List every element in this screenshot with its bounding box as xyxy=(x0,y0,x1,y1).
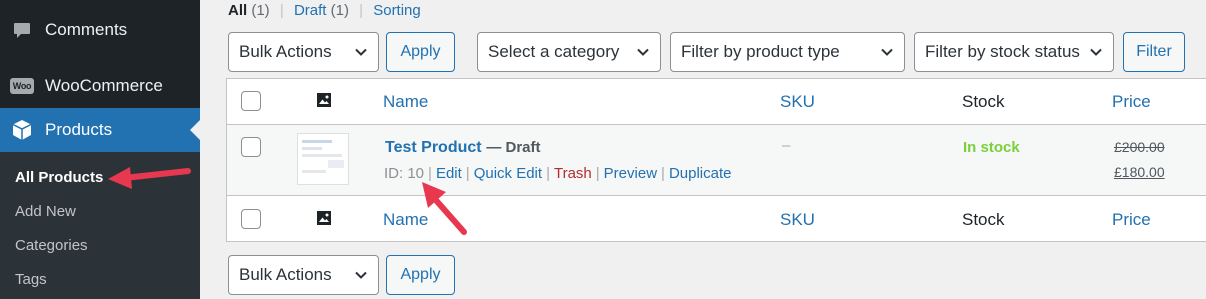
category-select[interactable]: Select a category xyxy=(477,32,661,72)
apply-button-bottom[interactable]: Apply xyxy=(386,255,455,295)
preview-link[interactable]: Preview xyxy=(604,165,657,182)
quick-edit-link[interactable]: Quick Edit xyxy=(474,165,542,182)
sidebar-item-products[interactable]: Products xyxy=(0,108,200,152)
sidebar-item-label: Comments xyxy=(45,20,128,39)
admin-sidebar: Comments Woo WooCommerce Products All Pr… xyxy=(0,0,200,299)
column-footer-name[interactable]: Name xyxy=(383,210,428,230)
column-footer-stock: Stock xyxy=(962,210,1005,229)
chevron-down-icon xyxy=(881,48,893,56)
select-all-checkbox-bottom[interactable] xyxy=(241,209,261,229)
image-icon xyxy=(317,93,331,107)
filter-button[interactable]: Filter xyxy=(1123,32,1185,72)
column-footer-price[interactable]: Price xyxy=(1112,210,1151,230)
product-sku: – xyxy=(782,137,791,154)
products-table: Name SKU Stock Price Test Product — Draf… xyxy=(226,78,1206,242)
view-separator: | xyxy=(359,2,364,19)
box-icon xyxy=(11,119,33,141)
view-draft-count: (1) xyxy=(330,2,349,19)
product-thumbnail[interactable] xyxy=(297,133,349,185)
chevron-down-icon xyxy=(637,48,649,56)
select-all-checkbox-top[interactable] xyxy=(241,91,261,111)
edit-link[interactable]: Edit xyxy=(436,165,462,182)
speech-bubble-icon xyxy=(11,19,33,41)
column-header-price[interactable]: Price xyxy=(1112,92,1151,112)
duplicate-link[interactable]: Duplicate xyxy=(669,165,732,182)
sidebar-item-label: Products xyxy=(45,120,113,139)
image-icon xyxy=(317,211,331,225)
bulk-actions-select-top[interactable]: Bulk Actions xyxy=(228,32,379,72)
bulk-actions-select-bottom[interactable]: Bulk Actions xyxy=(228,255,379,295)
trash-link[interactable]: Trash xyxy=(554,165,592,182)
column-header-sku[interactable]: SKU xyxy=(780,92,815,112)
divider xyxy=(227,195,1206,196)
stock-status: In stock xyxy=(963,139,1020,156)
row-actions: ID: 10 | Edit | Quick Edit | Trash | Preview | Dup… xyxy=(384,165,732,182)
submenu-add-new[interactable]: Add New xyxy=(15,203,76,220)
row-checkbox[interactable] xyxy=(241,137,261,157)
status-views: All (1) | Draft (1) | Sorting xyxy=(228,2,421,19)
chevron-down-icon xyxy=(1090,48,1102,56)
select-value: Filter by stock status xyxy=(925,42,1080,61)
product-title-link[interactable]: Test Product xyxy=(385,139,482,156)
select-value: Filter by product type xyxy=(681,42,840,61)
sidebar-item-label: WooCommerce xyxy=(45,76,163,95)
woo-badge-icon: Woo xyxy=(9,75,35,97)
submenu-tags[interactable]: Tags xyxy=(15,271,47,288)
sidebar-item-woocommerce[interactable]: Woo WooCommerce xyxy=(0,64,200,108)
submenu-categories[interactable]: Categories xyxy=(15,237,88,254)
chevron-down-icon xyxy=(355,271,367,279)
product-id: ID: 10 xyxy=(384,165,425,182)
view-sorting-link[interactable]: Sorting xyxy=(373,2,421,19)
view-separator: | xyxy=(279,2,284,19)
products-submenu: All Products Add New Categories Tags xyxy=(0,152,200,299)
chevron-down-icon xyxy=(355,48,367,56)
select-value: Bulk Actions xyxy=(239,265,332,284)
sidebar-item-comments[interactable]: Comments xyxy=(0,8,200,52)
apply-button-top[interactable]: Apply xyxy=(386,32,455,72)
submenu-all-products[interactable]: All Products xyxy=(15,169,103,186)
view-all-count: (1) xyxy=(251,2,270,19)
post-state: — Draft xyxy=(486,139,541,156)
column-header-name[interactable]: Name xyxy=(383,92,428,112)
product-type-select[interactable]: Filter by product type xyxy=(670,32,905,72)
view-draft-link[interactable]: Draft xyxy=(294,2,327,19)
product-title: Test Product — Draft xyxy=(385,137,541,157)
stock-status-select[interactable]: Filter by stock status xyxy=(914,32,1114,72)
sale-price: £180.00 xyxy=(1114,164,1165,180)
view-all-link[interactable]: All xyxy=(228,2,247,19)
select-value: Select a category xyxy=(488,42,620,61)
regular-price: £200.00 xyxy=(1114,139,1165,155)
select-value: Bulk Actions xyxy=(239,42,332,61)
column-footer-sku[interactable]: SKU xyxy=(780,210,815,230)
column-header-stock: Stock xyxy=(962,92,1005,111)
table-row xyxy=(227,125,1206,195)
